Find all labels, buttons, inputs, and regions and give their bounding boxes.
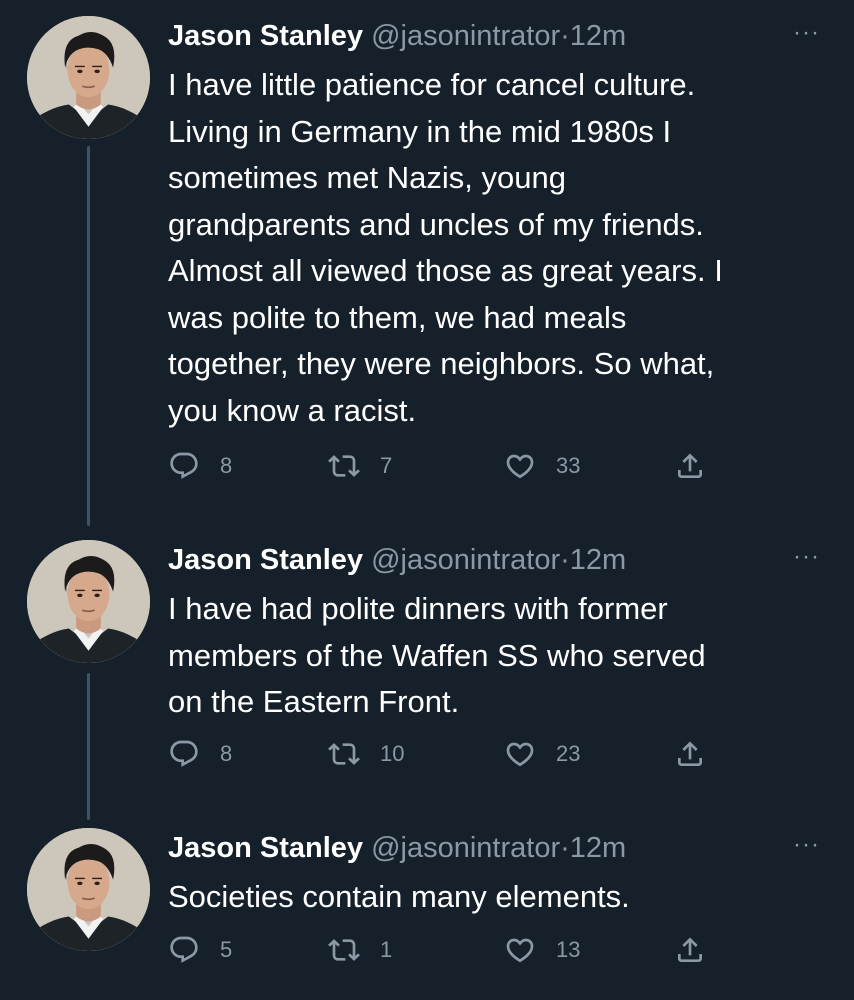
reply-button[interactable]: 8 (168, 450, 232, 482)
like-count: 23 (556, 741, 581, 766)
like-count: 33 (556, 453, 581, 478)
reply-count: 8 (220, 453, 233, 478)
reply-button[interactable]: 5 (168, 934, 232, 966)
heart-icon (504, 934, 536, 966)
reply-icon (168, 450, 200, 482)
more-options-icon[interactable]: ··· (793, 830, 820, 860)
separator: · (560, 832, 570, 864)
author-handle[interactable]: @jasonintrator (371, 544, 560, 576)
retweet-icon (328, 934, 360, 966)
tweet-text: I have had polite dinners with former me… (168, 586, 828, 726)
tweet-actions: 8 7 33 (168, 450, 728, 490)
author-name[interactable]: Jason Stanley (168, 20, 363, 52)
more-options-icon[interactable]: ··· (793, 542, 820, 572)
tweet-header: Jason Stanley @jasonintrator·12m ··· (168, 542, 834, 582)
timestamp[interactable]: 12m (570, 544, 626, 576)
tweet-text-line: was polite to them, we had meals (168, 299, 627, 335)
tweet-text: Societies contain many elements. (168, 874, 828, 921)
timestamp[interactable]: 12m (570, 832, 626, 864)
tweet-text-line: you know a racist. (168, 392, 417, 428)
tweet-text: I have little patience for cancel cultur… (168, 62, 828, 434)
tweet-actions: 8 10 23 (168, 738, 728, 778)
tweet-text-line: I have had polite dinners with former (168, 591, 668, 626)
separator: · (560, 20, 570, 52)
retweet-count: 1 (380, 937, 393, 962)
tweet[interactable]: Jason Stanley @jasonintrator·12m ··· I h… (0, 540, 854, 790)
tweet-text-line: members of the Waffen SS who served (168, 637, 706, 673)
retweet-count: 7 (380, 453, 393, 478)
share-button[interactable] (674, 450, 726, 482)
tweet-actions: 5 1 13 (168, 934, 728, 974)
author-handle[interactable]: @jasonintrator (371, 20, 560, 52)
reply-button[interactable]: 8 (168, 738, 232, 770)
avatar[interactable] (27, 540, 150, 663)
tweet-text-line: Almost all viewed those as great years. … (168, 253, 723, 288)
reply-icon (168, 934, 200, 966)
author-handle[interactable]: @jasonintrator (371, 832, 560, 864)
like-count: 13 (556, 937, 581, 962)
tweet-header: Jason Stanley @jasonintrator·12m ··· (168, 18, 834, 58)
author-name[interactable]: Jason Stanley (168, 544, 363, 576)
share-icon (674, 738, 706, 770)
heart-icon (504, 738, 536, 770)
retweet-button[interactable]: 1 (328, 934, 392, 966)
tweet-header: Jason Stanley @jasonintrator·12m ··· (168, 830, 834, 870)
tweet-text-line: sometimes met Nazis, young (168, 160, 566, 195)
retweet-count: 10 (380, 741, 405, 766)
retweet-icon (328, 450, 360, 482)
retweet-icon (328, 738, 360, 770)
reply-count: 5 (220, 937, 233, 962)
retweet-button[interactable]: 10 (328, 738, 404, 770)
avatar[interactable] (27, 828, 150, 951)
tweet[interactable]: Jason Stanley @jasonintrator·12m ··· Soc… (0, 828, 854, 988)
timestamp[interactable]: 12m (570, 20, 626, 52)
tweet-text-line: Societies contain many elements. (168, 879, 630, 914)
share-icon (674, 934, 706, 966)
like-button[interactable]: 13 (504, 934, 580, 966)
reply-icon (168, 738, 200, 770)
share-icon (674, 450, 706, 482)
share-button[interactable] (674, 934, 726, 966)
tweet-text-line: on the Eastern Front. (168, 684, 460, 719)
retweet-button[interactable]: 7 (328, 450, 392, 482)
author-name[interactable]: Jason Stanley (168, 832, 363, 864)
heart-icon (504, 450, 536, 482)
tweet-text-line: Living in Germany in the mid 1980s I (168, 113, 672, 149)
reply-count: 8 (220, 741, 233, 766)
more-options-icon[interactable]: ··· (793, 18, 820, 48)
avatar[interactable] (27, 16, 150, 139)
like-button[interactable]: 33 (504, 450, 580, 482)
tweet-text-line: together, they were neighbors. So what, (168, 346, 715, 381)
tweet[interactable]: Jason Stanley @jasonintrator·12m ··· I h… (0, 16, 854, 516)
separator: · (560, 544, 570, 576)
share-button[interactable] (674, 738, 726, 770)
tweet-text-line: grandparents and uncles of my friends. (168, 206, 704, 242)
like-button[interactable]: 23 (504, 738, 580, 770)
tweet-text-line: I have little patience for cancel cultur… (168, 67, 696, 102)
